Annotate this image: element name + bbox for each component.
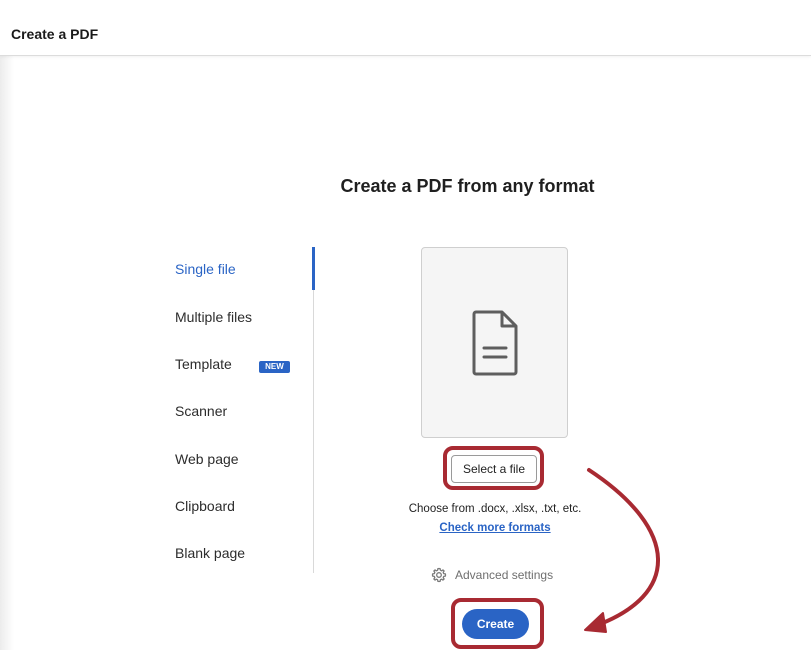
advanced-settings-label: Advanced settings <box>455 568 554 582</box>
sidebar-item-web-page[interactable]: Web page <box>175 451 239 467</box>
sidebar-item-clipboard[interactable]: Clipboard <box>175 498 235 514</box>
sidebar-item-scanner[interactable]: Scanner <box>175 403 227 419</box>
create-pdf-window: Create a PDF Create a PDF from any forma… <box>0 0 811 650</box>
check-more-formats-link[interactable]: Check more formats <box>380 522 610 534</box>
sidebar-item-multiple-files[interactable]: Multiple files <box>175 309 252 325</box>
panel-shadow <box>0 55 14 650</box>
supported-formats-text: Choose from .docx, .xlsx, .txt, etc. <box>408 503 582 515</box>
sidebar-active-indicator <box>312 247 315 290</box>
create-button-highlight <box>451 598 544 649</box>
gear-icon <box>431 567 447 583</box>
sidebar-item-template[interactable]: Template <box>175 356 232 372</box>
document-icon <box>472 310 518 376</box>
sidebar-item-blank-page[interactable]: Blank page <box>175 545 245 561</box>
sidebar-item-single-file[interactable]: Single file <box>175 261 236 277</box>
page-heading: Create a PDF from any format <box>340 176 595 196</box>
advanced-settings-button[interactable]: Advanced settings <box>431 567 553 583</box>
new-badge: NEW <box>259 361 290 373</box>
file-drop-area[interactable] <box>421 247 568 438</box>
sidebar-divider <box>313 247 314 573</box>
annotation-arrow <box>584 468 660 633</box>
select-file-highlight <box>443 446 544 490</box>
title-bar: Create a PDF <box>0 0 811 56</box>
window-title: Create a PDF <box>11 26 99 42</box>
